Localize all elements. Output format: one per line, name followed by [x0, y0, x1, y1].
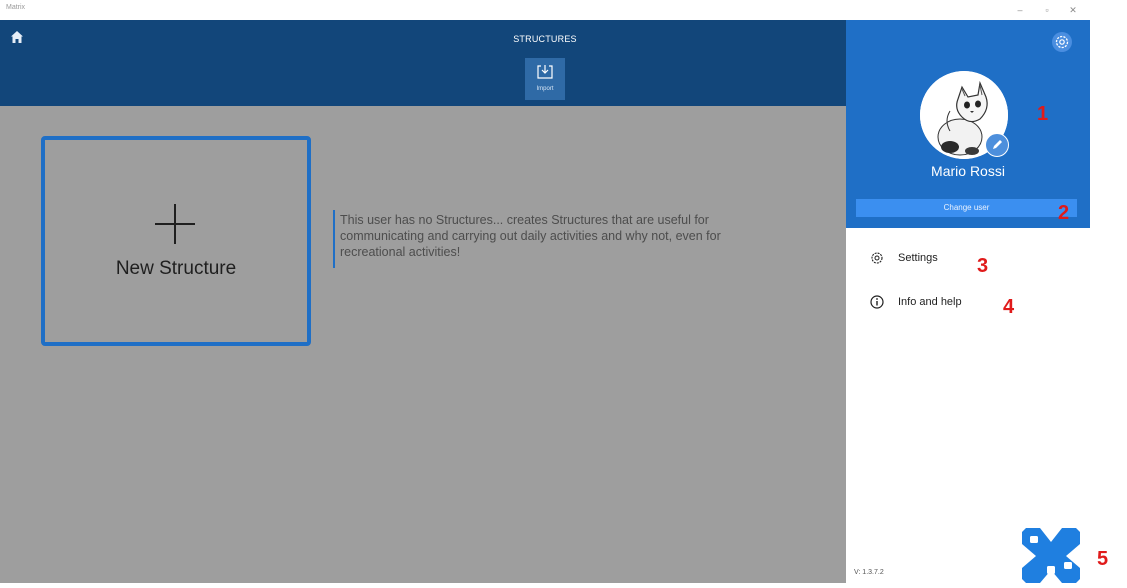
user-side-panel: Mario Rossi Change user Settings Info an… — [846, 20, 1090, 583]
import-button[interactable]: Import — [525, 58, 565, 100]
minimize-button[interactable]: – — [1013, 3, 1027, 17]
gear-icon[interactable] — [1052, 32, 1072, 52]
close-button[interactable]: ✕ — [1066, 3, 1080, 17]
import-icon — [537, 65, 553, 79]
empty-state-message: This user has no Structures... creates S… — [340, 213, 721, 259]
annotation-5: 5 — [1097, 548, 1109, 570]
version-label: V: 1.3.7.2 — [854, 569, 884, 576]
annotation-2: 2 — [1058, 202, 1070, 224]
info-icon — [870, 295, 884, 309]
plus-icon — [155, 204, 195, 244]
gear-icon — [870, 251, 884, 265]
annotation-1: 1 — [1037, 103, 1049, 125]
window-title-bar: Matrix – ▫ ✕ — [0, 0, 1090, 20]
app-logo — [1022, 528, 1080, 583]
edit-avatar-button[interactable] — [985, 133, 1009, 157]
annotation-3: 3 — [977, 255, 989, 277]
new-structure-card[interactable]: New Structure — [41, 136, 311, 346]
header-bar: Import — [0, 20, 846, 106]
main-area: Import New Structure This user has no St… — [0, 20, 846, 583]
annotation-4: 4 — [1003, 296, 1015, 318]
change-user-button[interactable]: Change user — [856, 199, 1077, 217]
info-accent-bar — [333, 210, 335, 268]
sidebar-item-label: Info and help — [898, 296, 962, 308]
username: Mario Rossi — [931, 163, 1005, 179]
new-structure-label: New Structure — [115, 258, 237, 279]
restore-button[interactable]: ▫ — [1040, 3, 1054, 17]
sidebar-item-label: Settings — [898, 252, 938, 264]
import-label: Import — [536, 86, 554, 92]
profile-card: Mario Rossi Change user — [846, 20, 1090, 228]
app-title: Matrix — [6, 4, 26, 11]
pencil-icon — [993, 140, 1002, 149]
